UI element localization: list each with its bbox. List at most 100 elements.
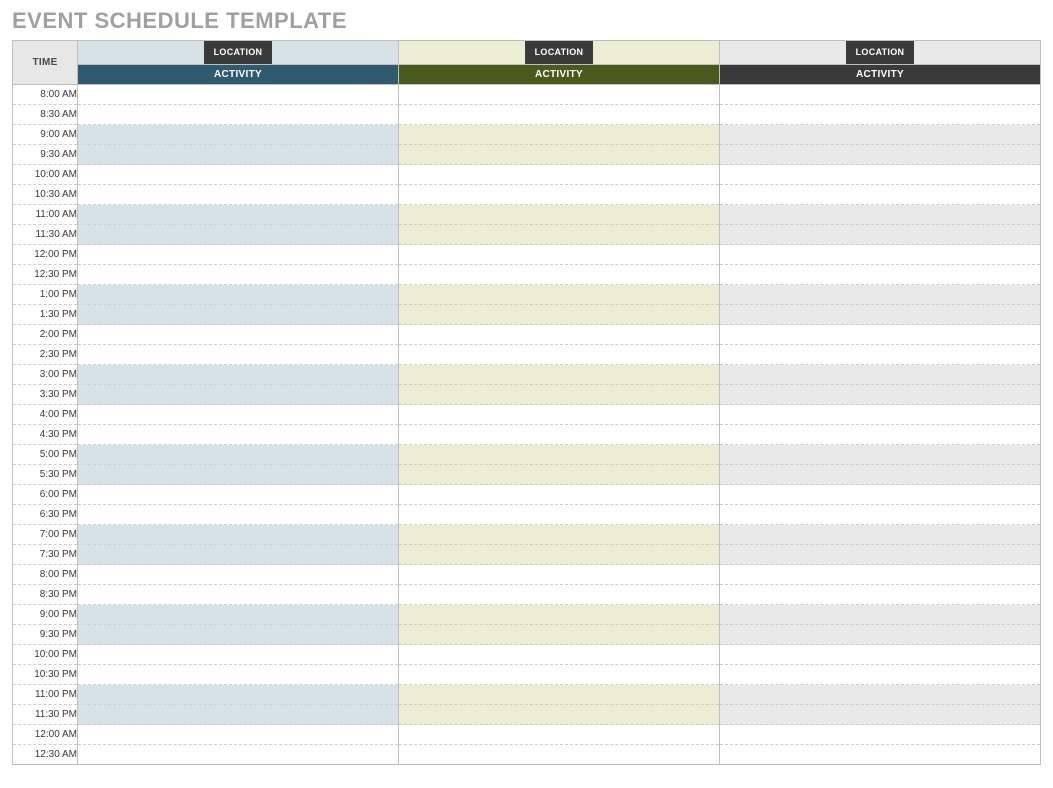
activity-cell[interactable] <box>398 165 719 185</box>
activity-cell[interactable] <box>398 145 719 165</box>
activity-cell[interactable] <box>78 585 399 605</box>
activity-cell[interactable] <box>398 345 719 365</box>
activity-cell[interactable] <box>398 125 719 145</box>
activity-cell[interactable] <box>78 705 399 725</box>
activity-cell[interactable] <box>78 645 399 665</box>
activity-cell[interactable] <box>398 665 719 685</box>
activity-cell[interactable] <box>78 305 399 325</box>
activity-cell[interactable] <box>78 325 399 345</box>
activity-cell[interactable] <box>398 705 719 725</box>
activity-cell[interactable] <box>78 85 399 105</box>
activity-cell[interactable] <box>398 645 719 665</box>
activity-cell[interactable] <box>398 225 719 245</box>
activity-cell[interactable] <box>719 185 1040 205</box>
activity-cell[interactable] <box>78 425 399 445</box>
activity-cell[interactable] <box>398 305 719 325</box>
activity-cell[interactable] <box>78 125 399 145</box>
activity-cell[interactable] <box>719 605 1040 625</box>
activity-cell[interactable] <box>78 605 399 625</box>
activity-cell[interactable] <box>719 425 1040 445</box>
activity-cell[interactable] <box>719 305 1040 325</box>
activity-cell[interactable] <box>78 725 399 745</box>
activity-cell[interactable] <box>78 745 399 765</box>
activity-cell[interactable] <box>719 245 1040 265</box>
activity-cell[interactable] <box>78 665 399 685</box>
activity-cell[interactable] <box>78 225 399 245</box>
activity-cell[interactable] <box>78 145 399 165</box>
activity-cell[interactable] <box>398 725 719 745</box>
activity-cell[interactable] <box>719 225 1040 245</box>
activity-cell[interactable] <box>78 465 399 485</box>
activity-cell[interactable] <box>78 285 399 305</box>
activity-cell[interactable] <box>78 565 399 585</box>
activity-cell[interactable] <box>719 545 1040 565</box>
activity-cell[interactable] <box>398 85 719 105</box>
activity-cell[interactable] <box>719 445 1040 465</box>
activity-cell[interactable] <box>78 345 399 365</box>
activity-cell[interactable] <box>719 405 1040 425</box>
activity-cell[interactable] <box>78 105 399 125</box>
activity-cell[interactable] <box>398 325 719 345</box>
activity-cell[interactable] <box>78 185 399 205</box>
activity-cell[interactable] <box>398 385 719 405</box>
activity-cell[interactable] <box>78 265 399 285</box>
activity-cell[interactable] <box>398 585 719 605</box>
activity-cell[interactable] <box>78 525 399 545</box>
activity-cell[interactable] <box>719 665 1040 685</box>
activity-cell[interactable] <box>398 445 719 465</box>
activity-cell[interactable] <box>398 565 719 585</box>
activity-cell[interactable] <box>398 105 719 125</box>
activity-cell[interactable] <box>78 385 399 405</box>
activity-cell[interactable] <box>719 485 1040 505</box>
activity-cell[interactable] <box>719 125 1040 145</box>
activity-cell[interactable] <box>719 265 1040 285</box>
activity-cell[interactable] <box>719 85 1040 105</box>
activity-cell[interactable] <box>78 405 399 425</box>
activity-cell[interactable] <box>398 425 719 445</box>
activity-cell[interactable] <box>398 285 719 305</box>
activity-cell[interactable] <box>719 465 1040 485</box>
activity-cell[interactable] <box>719 325 1040 345</box>
activity-cell[interactable] <box>398 505 719 525</box>
activity-cell[interactable] <box>719 725 1040 745</box>
activity-cell[interactable] <box>719 625 1040 645</box>
activity-cell[interactable] <box>398 685 719 705</box>
activity-cell[interactable] <box>78 485 399 505</box>
activity-cell[interactable] <box>398 365 719 385</box>
activity-cell[interactable] <box>78 165 399 185</box>
activity-cell[interactable] <box>398 265 719 285</box>
activity-cell[interactable] <box>719 745 1040 765</box>
activity-cell[interactable] <box>719 165 1040 185</box>
activity-cell[interactable] <box>78 365 399 385</box>
activity-cell[interactable] <box>78 505 399 525</box>
activity-cell[interactable] <box>398 185 719 205</box>
activity-cell[interactable] <box>398 485 719 505</box>
activity-cell[interactable] <box>719 205 1040 225</box>
activity-cell[interactable] <box>719 285 1040 305</box>
activity-cell[interactable] <box>398 245 719 265</box>
activity-cell[interactable] <box>719 585 1040 605</box>
activity-cell[interactable] <box>398 745 719 765</box>
activity-cell[interactable] <box>719 645 1040 665</box>
activity-cell[interactable] <box>719 105 1040 125</box>
activity-cell[interactable] <box>719 365 1040 385</box>
activity-cell[interactable] <box>719 685 1040 705</box>
activity-cell[interactable] <box>398 465 719 485</box>
activity-cell[interactable] <box>78 545 399 565</box>
activity-cell[interactable] <box>78 445 399 465</box>
activity-cell[interactable] <box>78 245 399 265</box>
activity-cell[interactable] <box>398 205 719 225</box>
activity-cell[interactable] <box>78 625 399 645</box>
activity-cell[interactable] <box>398 545 719 565</box>
activity-cell[interactable] <box>719 525 1040 545</box>
activity-cell[interactable] <box>719 705 1040 725</box>
activity-cell[interactable] <box>398 605 719 625</box>
activity-cell[interactable] <box>398 625 719 645</box>
activity-cell[interactable] <box>719 345 1040 365</box>
activity-cell[interactable] <box>78 205 399 225</box>
activity-cell[interactable] <box>719 565 1040 585</box>
activity-cell[interactable] <box>719 505 1040 525</box>
activity-cell[interactable] <box>398 405 719 425</box>
activity-cell[interactable] <box>719 385 1040 405</box>
activity-cell[interactable] <box>78 685 399 705</box>
